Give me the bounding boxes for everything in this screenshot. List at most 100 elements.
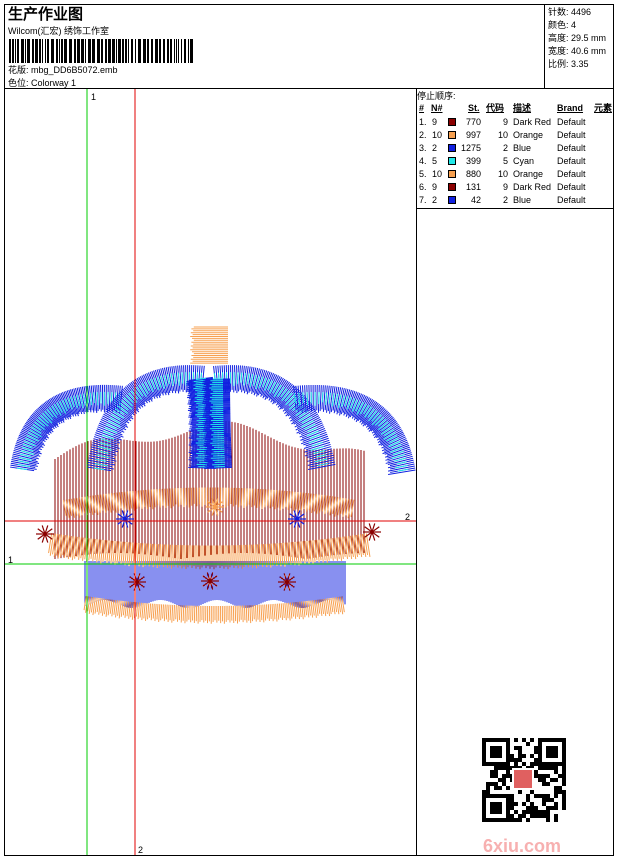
qr-module	[534, 770, 538, 774]
row-stitches: 42	[470, 195, 481, 205]
crown-rim-stitch	[256, 544, 260, 567]
crown-fringe-stitch	[176, 605, 179, 622]
qr-module	[510, 798, 514, 802]
thread-color-swatch	[448, 131, 456, 139]
company-name: Wilcom(汇宏) 绣饰工作室	[8, 26, 109, 36]
thread-color-swatch	[448, 157, 456, 165]
qr-module	[538, 794, 542, 798]
qr-module	[546, 806, 550, 810]
qr-module	[542, 798, 546, 802]
qr-module	[510, 802, 514, 806]
crown-fringe-stitch	[275, 603, 278, 622]
crown-rim-stitch	[262, 544, 266, 565]
barcode-bar	[159, 39, 161, 63]
qr-module	[530, 810, 534, 814]
crown-arch-highlight	[103, 430, 114, 436]
barcode-bar	[108, 39, 111, 63]
qr-module	[518, 754, 522, 758]
row-stitches: 131	[465, 182, 481, 192]
design-scale: 比例: 3.35	[548, 59, 589, 69]
crown-fringe-stitch	[109, 599, 113, 614]
crown-fringe-stitch	[184, 605, 187, 624]
qr-module	[554, 790, 558, 794]
qr-logo-seal	[514, 770, 532, 788]
crown-fringe-stitch	[245, 605, 248, 623]
qr-module	[558, 774, 562, 778]
row-code: 9	[502, 117, 508, 127]
crown-fringe-stitch	[120, 600, 124, 617]
row-index: 6.	[419, 182, 427, 192]
crown-rim-stitch	[161, 544, 164, 565]
qr-module	[514, 818, 518, 822]
crown-rim-stitch	[183, 545, 185, 567]
crown-arch-stitch	[98, 384, 101, 410]
qr-module	[542, 778, 546, 782]
crown-ornament-stitch	[150, 489, 154, 510]
barcode-bar	[45, 39, 46, 63]
qr-module	[490, 782, 494, 786]
qr-finder	[490, 802, 502, 814]
crown-ornament-stitch	[166, 488, 169, 506]
qr-module	[562, 766, 566, 770]
crown-fringe-stitch	[284, 603, 287, 621]
col-header-code: 代码	[486, 103, 505, 113]
crown-ornament-stitch	[174, 488, 177, 505]
crown-fringe-stitch	[167, 604, 170, 622]
qr-module	[554, 802, 558, 806]
barcode-bar	[170, 39, 172, 63]
embroidery-design-view: 1 2 1 2	[5, 89, 416, 855]
col-header-element: 元素	[594, 103, 613, 113]
crown-ornament-stitch	[251, 488, 254, 508]
qr-module	[514, 746, 518, 750]
qr-module	[558, 786, 562, 790]
crown-ornament-stitch	[172, 488, 174, 507]
qr-module	[534, 774, 538, 778]
barcode-bar	[176, 39, 177, 63]
qr-module	[530, 738, 534, 742]
crown-rim-stitch	[181, 545, 183, 569]
barcode-bar	[35, 39, 38, 63]
barcode-bar	[143, 39, 146, 63]
qr-module	[546, 782, 550, 786]
crown-fringe-stitch	[273, 603, 276, 620]
crown-arch-highlight	[210, 457, 225, 459]
crown-ornament-stitch	[232, 487, 235, 507]
barcode-bar	[77, 39, 80, 63]
crown-rim-stitch	[276, 543, 280, 565]
col-header-needle: N#	[431, 103, 443, 113]
guide-label-h1: 1	[8, 555, 13, 565]
barcode-bar	[151, 39, 153, 63]
crown-arch-highlight	[177, 372, 180, 386]
barcode-bar	[97, 39, 100, 63]
qr-module	[550, 806, 554, 810]
design-height: 高度: 29.5 mm	[548, 33, 607, 43]
crown-arch-highlight	[325, 392, 328, 406]
guide-label-h2: 2	[405, 512, 410, 522]
crown-rim-stitch	[235, 545, 237, 566]
row-brand: Default	[557, 156, 586, 166]
crown-rim-stitch	[286, 542, 290, 563]
row-needle: 2	[432, 143, 438, 153]
qr-code-image	[482, 738, 566, 822]
crown-arch-highlight	[328, 392, 331, 404]
qr-module	[514, 758, 518, 762]
stop-sequence-title: 停止顺序:	[417, 91, 456, 101]
qr-module	[490, 774, 494, 778]
row-needle: 2	[432, 195, 438, 205]
qr-module	[546, 794, 550, 798]
barcode-bar	[131, 39, 133, 63]
barcode-bar	[105, 39, 107, 63]
barcode-bar	[85, 39, 86, 63]
crown-fringe-stitch	[249, 605, 252, 624]
crown-arch-highlight	[397, 468, 409, 472]
qr-module	[562, 778, 566, 782]
crown-fringe-stitch	[308, 600, 311, 616]
qr-module	[498, 766, 502, 770]
crown-ornament-stitch	[300, 492, 304, 511]
row-index: 2.	[419, 130, 427, 140]
barcode-bar	[181, 39, 182, 63]
qr-module	[554, 806, 558, 810]
barcode-bar	[147, 39, 149, 63]
barcode-bar	[32, 39, 34, 63]
qr-module	[534, 750, 538, 754]
